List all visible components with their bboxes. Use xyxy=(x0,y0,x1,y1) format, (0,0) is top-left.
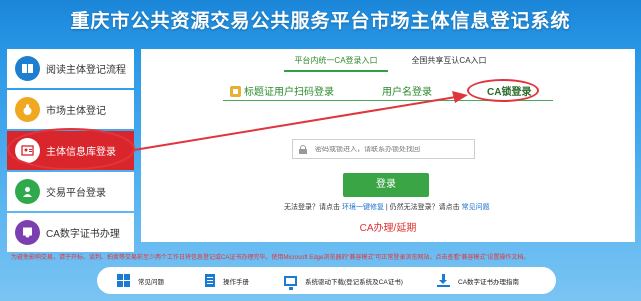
menu-item-label: CA数字证书办理 xyxy=(46,229,120,240)
menu-item-market-register[interactable]: 市场主体登记 xyxy=(7,90,134,129)
bottom-item-driver-download[interactable]: 系统驱动下载(登记系统及CA证书) xyxy=(284,267,403,294)
bottom-item-ca-guide[interactable]: CA数字证书办理指南 xyxy=(437,267,519,294)
certificate-icon xyxy=(15,220,40,245)
tab-qr-login[interactable]: 标题证用户扫码登录 xyxy=(230,83,334,98)
page-title: 重庆市公共资源交易公共服务平台市场主体信息登记系统 xyxy=(70,11,571,32)
menu-item-label: 主体信息库登录 xyxy=(46,147,116,158)
menu-item-trade-login[interactable]: 交易平台登录 xyxy=(7,172,134,211)
money-bag-icon xyxy=(15,97,40,122)
menu-item-label: 交易平台登录 xyxy=(46,188,106,199)
qr-code-icon xyxy=(230,86,241,97)
help-prefix: 无法登录？请点击 xyxy=(284,204,340,211)
id-card-icon xyxy=(15,138,40,163)
monitor-icon xyxy=(284,275,297,290)
side-menu: 阅读主体登记流程 市场主体登记 主体信息库登录 交易平台登录 CA数字证书办理 xyxy=(7,49,134,254)
menu-item-label: 阅读主体登记流程 xyxy=(46,65,126,76)
entry-tabs: 平台内统一CA登录入口 全国共享互认CA入口 xyxy=(141,49,635,75)
help-links: 无法登录？请点击 环境一键修复 | 仍然无法登录？请点击 常见问题 xyxy=(284,202,504,212)
tab-qr-label: 标题证用户扫码登录 xyxy=(244,87,334,98)
tab-national-ca[interactable]: 全国共享互认CA入口 xyxy=(403,55,495,66)
bottom-toolbar: 常见问题 操作手册 系统驱动下载(登记系统及CA证书) CA数字证书办理指南 xyxy=(97,267,556,294)
faq-link[interactable]: 常见问题 xyxy=(462,204,490,211)
notice-text: 为避免影响交易，请于开标、谈判、拍卖等交易前至少两个工作日将信息登记或CA证书办… xyxy=(11,255,530,261)
menu-item-info-login[interactable]: 主体信息库登录 xyxy=(7,131,134,170)
password-input[interactable] xyxy=(314,145,474,153)
menu-item-label: 市场主体登记 xyxy=(46,106,106,117)
grid-icon xyxy=(117,274,130,287)
annotation-circle xyxy=(467,79,539,102)
repair-link[interactable]: 环境一键修复 xyxy=(342,204,384,211)
bottom-item-faq[interactable]: 常见问题 xyxy=(117,267,164,294)
bottom-item-label: CA数字证书办理指南 xyxy=(458,278,520,286)
bottom-item-label: 系统驱动下载(登记系统及CA证书) xyxy=(305,278,403,286)
bottom-item-label: 常见问题 xyxy=(138,278,164,286)
tab-internal-ca[interactable]: 平台内统一CA登录入口 xyxy=(280,55,392,66)
document-icon xyxy=(205,274,215,287)
book-icon xyxy=(15,56,40,81)
menu-item-ca-apply[interactable]: CA数字证书办理 xyxy=(7,213,134,252)
bottom-item-label: 操作手册 xyxy=(223,278,249,286)
menu-item-read-process[interactable]: 阅读主体登记流程 xyxy=(7,49,134,88)
login-method-tabs: 标题证用户扫码登录 用户名登录 CA锁登录 xyxy=(141,77,635,99)
user-icon xyxy=(15,179,40,204)
ca-apply-renew-link[interactable]: CA办理/延期 xyxy=(141,219,635,234)
help-separator: | 仍然无法登录？请点击 xyxy=(385,204,460,211)
login-button[interactable]: 登录 xyxy=(343,173,429,197)
active-tab-underline xyxy=(284,70,388,72)
password-field[interactable] xyxy=(292,139,475,159)
bottom-item-manual[interactable]: 操作手册 xyxy=(205,267,249,294)
lock-icon xyxy=(299,144,307,154)
tab-username-login[interactable]: 用户名登录 xyxy=(382,83,432,98)
login-panel: 平台内统一CA登录入口 全国共享互认CA入口 标题证用户扫码登录 用户名登录 C… xyxy=(141,49,635,242)
download-icon xyxy=(437,274,450,287)
